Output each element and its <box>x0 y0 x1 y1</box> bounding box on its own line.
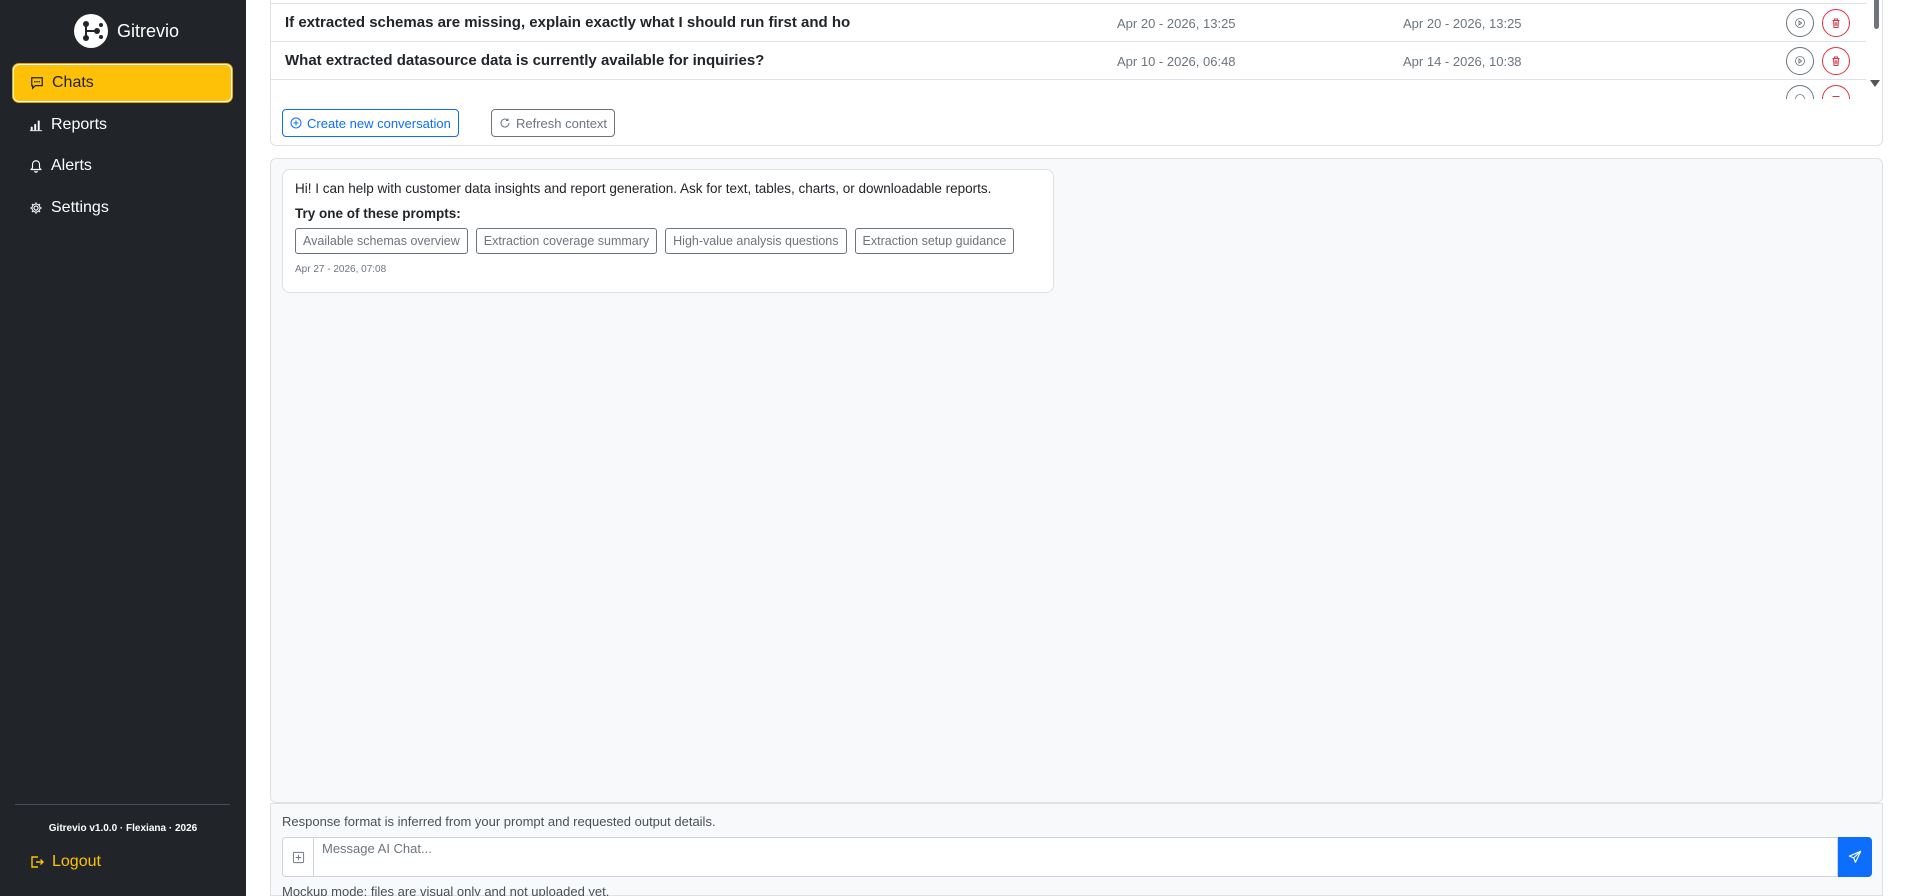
gitrevio-logo-icon <box>74 14 108 48</box>
prompt-chip-schemas-overview[interactable]: Available schemas overview <box>295 228 468 254</box>
sidebar-item-settings[interactable]: Settings <box>13 189 232 227</box>
conversation-panel: If extracted schemas are missing, explai… <box>270 0 1883 146</box>
trash-icon <box>1832 18 1840 28</box>
message-composer: Response format is inferred from your pr… <box>270 803 1883 896</box>
trash-icon <box>1832 56 1840 66</box>
create-conversation-label: Create new conversation <box>307 115 451 131</box>
mockup-note: Mockup mode: files are visual only and n… <box>282 884 610 896</box>
table-row[interactable]: If extracted schemas are missing, explai… <box>271 4 1866 42</box>
delete-conversation-button[interactable] <box>1822 85 1850 99</box>
prompts-heading: Try one of these prompts: <box>295 206 461 221</box>
sidebar-item-reports[interactable]: Reports <box>13 106 232 144</box>
bar-chart-icon <box>29 120 43 132</box>
conversation-created: Apr 10 - 2026, 06:48 <box>1117 54 1236 69</box>
message-text: Hi! I can help with customer data insigh… <box>295 181 992 196</box>
brand[interactable]: Gitrevio <box>73 13 179 49</box>
delete-conversation-button[interactable] <box>1822 9 1850 37</box>
play-icon <box>1795 18 1805 28</box>
send-icon <box>1848 850 1862 863</box>
version-info: Gitrevio v1.0.0 · Flexiana · 2026 <box>48 823 198 834</box>
main-content: If extracted schemas are missing, explai… <box>246 0 1907 896</box>
sidebar: Gitrevio Chats Reports Alerts Settings G… <box>0 0 246 896</box>
play-icon <box>1795 94 1805 99</box>
plus-circle-icon <box>290 117 302 129</box>
prompt-chip-analysis-questions[interactable]: High-value analysis questions <box>665 228 847 254</box>
conversation-title[interactable]: If extracted schemas are missing, explai… <box>285 14 850 31</box>
prompt-chip-coverage-summary[interactable]: Extraction coverage summary <box>475 228 658 254</box>
plus-square-icon <box>292 851 304 863</box>
conversation-created: Apr 20 - 2026, 13:25 <box>1117 16 1236 31</box>
sidebar-item-label: Reports <box>51 116 108 133</box>
chat-icon <box>31 77 43 90</box>
message-timestamp: Apr 27 - 2026, 07:08 <box>295 264 387 275</box>
scrollbar-thumb[interactable] <box>1874 0 1879 29</box>
sidebar-divider <box>15 804 230 805</box>
sidebar-item-label: Chats <box>52 74 94 91</box>
composer-row <box>282 837 1872 877</box>
brand-name: Gitrevio <box>117 20 180 41</box>
bell-icon <box>30 160 42 173</box>
sidebar-item-alerts[interactable]: Alerts <box>13 147 232 185</box>
scroll-down-arrow-icon[interactable] <box>1870 80 1880 87</box>
logout-icon <box>31 856 44 868</box>
play-icon <box>1795 56 1805 66</box>
attach-file-button[interactable] <box>282 837 314 877</box>
chat-area: Hi! I can help with customer data insigh… <box>270 158 1883 803</box>
logout-label: Logout <box>52 853 101 870</box>
refresh-context-label: Refresh context <box>516 115 608 131</box>
sidebar-item-chats[interactable]: Chats <box>13 64 232 102</box>
refresh-context-button[interactable]: Refresh context <box>491 109 616 137</box>
gear-icon <box>30 202 42 214</box>
message-input[interactable] <box>314 837 1838 877</box>
delete-conversation-button[interactable] <box>1822 47 1850 75</box>
table-row[interactable]: What extracted datasource data is curren… <box>271 42 1866 80</box>
open-conversation-button[interactable] <box>1786 47 1814 75</box>
create-conversation-button[interactable]: Create new conversation <box>282 109 459 137</box>
trash-icon <box>1832 96 1840 97</box>
logout-button[interactable]: Logout <box>29 850 101 874</box>
sidebar-item-label: Settings <box>51 199 109 216</box>
table-row[interactable] <box>271 80 1866 99</box>
refresh-icon <box>500 118 510 128</box>
open-conversation-button[interactable] <box>1786 85 1814 99</box>
conversation-updated: Apr 14 - 2026, 10:38 <box>1403 54 1522 69</box>
prompt-suggestions: Available schemas overview Extraction co… <box>295 228 1041 254</box>
conversation-list[interactable]: If extracted schemas are missing, explai… <box>271 0 1882 99</box>
conversation-updated: Apr 20 - 2026, 13:25 <box>1403 16 1522 31</box>
prompt-chip-setup-guidance[interactable]: Extraction setup guidance <box>854 228 1015 254</box>
sidebar-item-label: Alerts <box>51 157 92 174</box>
conversation-title[interactable]: What extracted datasource data is curren… <box>285 52 764 69</box>
assistant-message: Hi! I can help with customer data insigh… <box>282 169 1054 293</box>
format-note: Response format is inferred from your pr… <box>282 814 716 829</box>
send-button[interactable] <box>1838 837 1872 877</box>
open-conversation-button[interactable] <box>1786 9 1814 37</box>
